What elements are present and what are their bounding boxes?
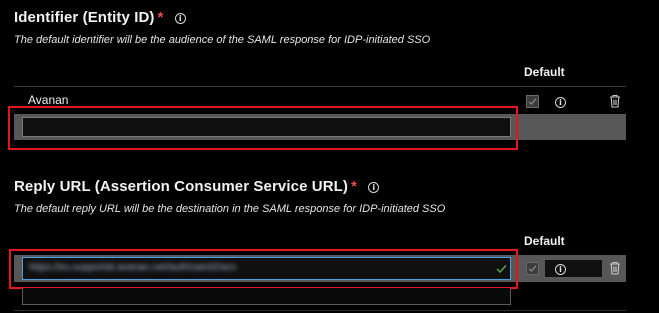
info-icon[interactable]: i: [555, 264, 566, 275]
reply-url-default-checkbox[interactable]: [526, 262, 539, 275]
required-asterisk: *: [157, 9, 164, 26]
reply-url-actions-bg: [545, 260, 602, 277]
divider: [14, 310, 626, 311]
info-icon[interactable]: i: [174, 13, 186, 24]
checkmark-icon: [528, 98, 537, 105]
required-asterisk: *: [351, 178, 357, 195]
entity-id-value[interactable]: Avanan: [28, 93, 68, 107]
entity-id-default-checkbox[interactable]: [526, 95, 539, 108]
reply-url-title: Reply URL (Assertion Consumer Service UR…: [14, 178, 349, 195]
entity-id-title: Identifier (Entity ID): [14, 9, 155, 26]
entity-id-heading: Identifier (Entity ID) * i: [14, 9, 186, 26]
entity-id-default-header: Default: [524, 65, 565, 79]
reply-url-heading: Reply URL (Assertion Consumer Service UR…: [14, 178, 380, 195]
trash-icon[interactable]: [609, 94, 621, 108]
reply-url-default-header: Default: [524, 234, 565, 248]
highlight-box: [9, 249, 518, 289]
info-icon[interactable]: i: [368, 182, 380, 193]
reply-url-description: The default reply URL will be the destin…: [14, 203, 446, 215]
highlight-box: [8, 106, 518, 150]
entity-id-description: The default identifier will be the audie…: [14, 34, 431, 46]
reply-url-new-input[interactable]: [22, 288, 511, 305]
checkmark-icon: [528, 265, 537, 272]
divider: [14, 86, 626, 87]
trash-icon[interactable]: [609, 261, 621, 275]
info-icon[interactable]: i: [555, 97, 566, 108]
